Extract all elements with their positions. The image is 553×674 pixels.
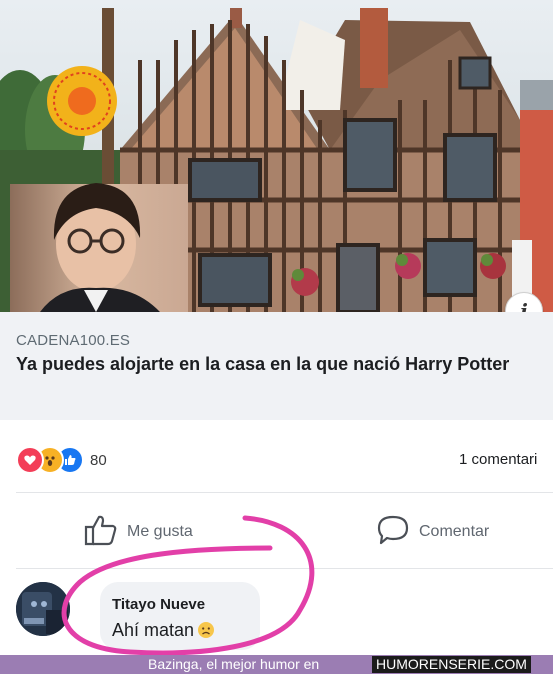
like-button[interactable]: Me gusta bbox=[84, 510, 193, 554]
love-reaction-icon bbox=[16, 446, 44, 474]
watermark-site[interactable]: HUMORENSERIE.COM bbox=[372, 656, 531, 673]
comment-text: Ahí matan bbox=[112, 620, 215, 641]
comment-body: Ahí matan bbox=[112, 620, 195, 640]
reaction-count: 80 bbox=[90, 451, 107, 469]
comments-count[interactable]: 1 comentari bbox=[459, 451, 537, 468]
link-caption[interactable]: CADENA100.ES Ya puedes alojarte en la ca… bbox=[0, 312, 553, 420]
comment-button[interactable]: Comentar bbox=[376, 510, 489, 554]
house-photo bbox=[0, 8, 553, 312]
thumbs-up-icon bbox=[84, 514, 118, 551]
avatar[interactable] bbox=[16, 582, 70, 636]
comment-author[interactable]: Titayo Nueve bbox=[112, 596, 205, 613]
comment-bubble[interactable]: Titayo Nueve Ahí matan bbox=[100, 582, 260, 650]
sad-face-icon bbox=[198, 622, 215, 638]
comment-label: Comentar bbox=[419, 523, 490, 540]
divider bbox=[16, 568, 553, 569]
link-domain: CADENA100.ES bbox=[16, 332, 131, 349]
watermark-text: Bazinga, el mejor humor en bbox=[148, 656, 320, 672]
reactions-summary[interactable]: 80 bbox=[16, 446, 107, 474]
comment-icon bbox=[376, 514, 410, 551]
link-title[interactable]: Ya puedes alojarte en la casa en la que … bbox=[16, 352, 536, 377]
watermark-bar: Bazinga, el mejor humor en HUMORENSERIE.… bbox=[0, 655, 553, 674]
like-label: Me gusta bbox=[127, 523, 193, 540]
link-preview-image[interactable] bbox=[0, 0, 553, 312]
divider bbox=[16, 492, 553, 493]
